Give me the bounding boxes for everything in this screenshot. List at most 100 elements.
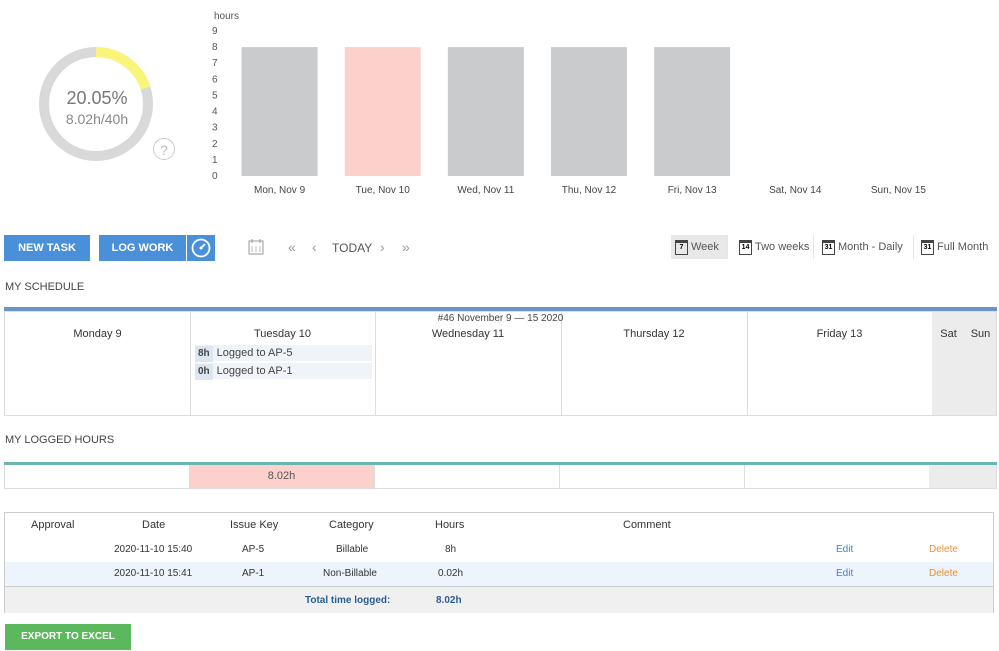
schedule-day-monday[interactable]: Monday 9	[5, 312, 191, 415]
col-header-category: Category	[329, 519, 374, 531]
col-header-issue-key: Issue Key	[230, 519, 279, 531]
day-header: Wednesday 11	[431, 328, 505, 340]
view-label: Full Month	[937, 241, 989, 253]
logged-cell-friday	[744, 465, 930, 488]
timer-icon	[191, 238, 211, 258]
x-category-label: Thu, Nov 12	[562, 185, 617, 196]
logged-cell-wednesday	[374, 465, 560, 488]
x-category-label: Wed, Nov 11	[457, 185, 514, 196]
edit-link[interactable]: Edit	[836, 568, 853, 579]
edit-link[interactable]: Edit	[836, 544, 853, 555]
schedule-day-sunday[interactable]: Sun	[965, 312, 996, 415]
bar[interactable]	[447, 47, 524, 176]
logged-cell-tuesday: 8.02h	[189, 465, 375, 488]
cell-date: 2020-11-10 15:41	[114, 568, 193, 579]
y-tick-label: 5	[212, 90, 218, 101]
schedule-grid: Monday 9 Tuesday 10 8h Logged to AP-5 0h L…	[4, 311, 997, 416]
y-tick-label: 7	[212, 58, 218, 69]
y-tick-label: 3	[212, 123, 218, 134]
today-button[interactable]: TODAY	[332, 241, 372, 255]
y-tick-label: 9	[212, 26, 218, 37]
col-header-approval: Approval	[31, 519, 75, 531]
table-total-row	[5, 586, 993, 613]
day-header: Monday 9	[73, 328, 122, 340]
schedule-day-wednesday[interactable]: Wednesday 11	[375, 312, 562, 415]
utilization-hours: 8.02h/40h	[65, 111, 129, 127]
col-header-comment: Comment	[623, 519, 671, 531]
day-header: Thursday 12	[623, 328, 685, 340]
utilization-percent: 20.05%	[66, 88, 128, 108]
day-header: Sat	[940, 328, 957, 340]
schedule-entry[interactable]: 8h Logged to AP-5	[195, 345, 372, 362]
logged-cell-sunday	[962, 465, 996, 488]
entry-text: Logged to AP-5	[216, 347, 293, 359]
calendar-icon: 31	[921, 239, 934, 255]
schedule-day-saturday[interactable]: Sat	[932, 312, 966, 415]
log-work-button[interactable]: LOG WORK	[99, 235, 186, 261]
entry-hours: 0h	[195, 364, 213, 380]
total-value: 8.02h	[436, 595, 462, 606]
timer-button[interactable]	[187, 235, 215, 261]
view-label: Month - Daily	[838, 241, 903, 253]
col-header-hours: Hours	[435, 519, 465, 531]
cell-date: 2020-11-10 15:40	[114, 544, 193, 555]
cell-issue-key[interactable]: AP-5	[242, 544, 264, 555]
total-label: Total time logged:	[305, 595, 391, 606]
bar[interactable]	[241, 47, 318, 176]
y-tick-label: 4	[212, 107, 218, 118]
entry-text: Logged to AP-1	[216, 365, 293, 377]
delete-link[interactable]: Delete	[929, 568, 958, 579]
view-month-daily-button[interactable]: 31 Month - Daily	[818, 235, 914, 259]
cell-category: Non-Billable	[323, 568, 377, 579]
logged-hours-row: 8.02h	[4, 465, 997, 489]
logged-cell-monday	[5, 465, 190, 488]
day-header: Tuesday 10	[253, 328, 312, 340]
cell-hours: 8h	[445, 544, 457, 555]
bar[interactable]	[654, 47, 731, 176]
calendar-icon: 14	[739, 239, 752, 255]
y-tick-label: 8	[212, 42, 218, 53]
view-label: Week	[691, 241, 719, 253]
logged-cell-saturday	[929, 465, 963, 488]
y-tick-label: 6	[212, 74, 218, 85]
x-category-label: Sat, Nov 14	[769, 185, 822, 196]
hours-bar-chart: hours 0 1 2 3 4 5 6 7 8 9 Mon, Nov 9 Tue, Nov 10 We…	[212, 11, 926, 196]
y-axis-label: hours	[214, 11, 239, 22]
next-page-icon[interactable]: ›	[380, 239, 385, 255]
schedule-heading: MY SCHEDULE	[5, 281, 85, 293]
x-category-label: Sun, Nov 15	[871, 185, 926, 196]
calendar-icon: 31	[822, 239, 835, 255]
view-week-button[interactable]: 7 Week	[671, 235, 728, 259]
bar[interactable]	[344, 47, 421, 176]
view-two-weeks-button[interactable]: 14 Two weeks	[735, 235, 814, 259]
first-page-icon[interactable]: «	[288, 239, 296, 255]
day-header: Friday 13	[816, 328, 863, 340]
cell-issue-key[interactable]: AP-1	[242, 568, 264, 579]
view-full-month-button[interactable]: 31 Full Month	[917, 235, 996, 259]
schedule-day-tuesday[interactable]: Tuesday 10 8h Logged to AP-5 0h Logged to …	[190, 312, 376, 415]
day-header: Sun	[970, 328, 991, 340]
help-icon[interactable]: ?	[153, 138, 175, 160]
y-tick-label: 0	[212, 171, 218, 182]
bar[interactable]	[551, 47, 627, 176]
schedule-entry[interactable]: 0h Logged to AP-1	[195, 363, 372, 380]
delete-link[interactable]: Delete	[929, 544, 958, 555]
x-category-label: Fri, Nov 13	[668, 185, 717, 196]
schedule-day-friday[interactable]: Friday 13	[747, 312, 933, 415]
week-label: #46 November 9 — 15 2020	[437, 313, 564, 324]
entry-hours: 8h	[195, 346, 213, 362]
x-category-label: Mon, Nov 9	[254, 185, 306, 196]
y-tick-label: 1	[212, 155, 218, 166]
y-tick-label: 2	[212, 139, 218, 150]
calendar-icon[interactable]	[248, 238, 264, 255]
export-to-excel-button[interactable]: EXPORT TO EXCEL	[5, 624, 131, 650]
schedule-day-thursday[interactable]: Thursday 12	[561, 312, 748, 415]
view-label: Two weeks	[755, 241, 810, 253]
last-page-icon[interactable]: »	[402, 239, 410, 255]
cell-hours: 0.02h	[438, 568, 464, 579]
prev-page-icon[interactable]: ‹	[312, 239, 317, 255]
x-category-label: Tue, Nov 10	[356, 185, 411, 196]
calendar-icon: 7	[675, 239, 688, 255]
new-task-button[interactable]: NEW TASK	[4, 235, 90, 261]
logged-hours-heading: MY LOGGED HOURS	[5, 434, 115, 446]
